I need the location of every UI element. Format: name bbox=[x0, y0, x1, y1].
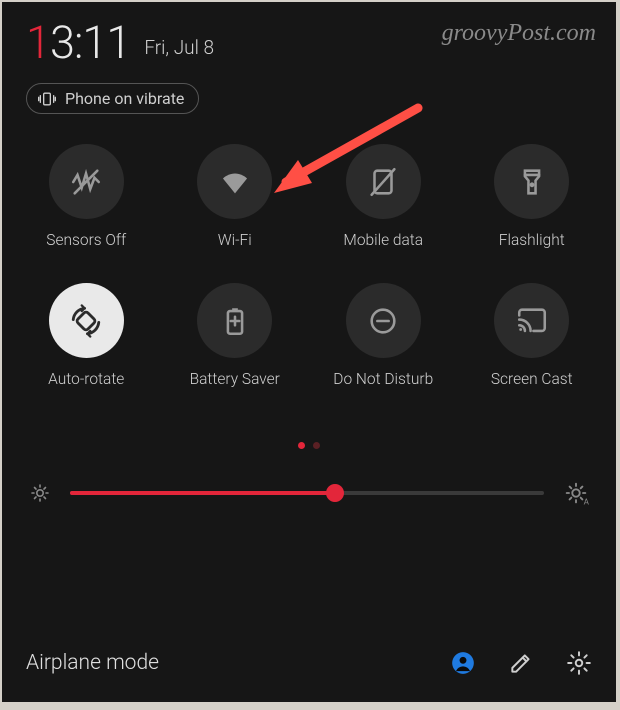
clock-hour-trail: 3 bbox=[50, 16, 74, 69]
tile-battery-saver-button[interactable] bbox=[197, 283, 272, 358]
tile-auto-rotate: Auto-rotate bbox=[12, 283, 161, 388]
brightness-auto-icon[interactable]: A bbox=[562, 479, 590, 507]
vibrate-chip[interactable]: Phone on vibrate bbox=[26, 83, 199, 114]
edit-icon[interactable] bbox=[508, 650, 534, 676]
clock-minutes: 11 bbox=[82, 16, 130, 69]
tile-mobile-data-button[interactable] bbox=[346, 144, 421, 219]
tile-wifi-button[interactable] bbox=[197, 144, 272, 219]
page-indicator bbox=[2, 442, 616, 449]
tile-label: Mobile data bbox=[343, 231, 423, 249]
tile-label: Flashlight bbox=[499, 231, 565, 249]
watermark-text: groovyPost.com bbox=[442, 20, 596, 47]
user-icon[interactable] bbox=[450, 650, 476, 676]
quick-tiles-grid: Sensors Off Wi-Fi Mobile data bbox=[2, 114, 616, 388]
tile-label: Do Not Disturb bbox=[333, 370, 433, 388]
flashlight-icon bbox=[515, 165, 549, 199]
settings-icon[interactable] bbox=[566, 650, 592, 676]
wifi-icon bbox=[218, 165, 252, 199]
brightness-slider[interactable] bbox=[70, 473, 544, 513]
tile-sensors-off: Sensors Off bbox=[12, 144, 161, 249]
brightness-fill bbox=[70, 491, 335, 495]
page-dot-1[interactable] bbox=[313, 442, 320, 449]
tile-battery-saver: Battery Saver bbox=[161, 283, 310, 388]
tile-flashlight: Flashlight bbox=[458, 144, 607, 249]
auto-rotate-icon bbox=[69, 304, 103, 338]
panel-footer: Airplane mode bbox=[2, 632, 616, 702]
tile-label: Screen Cast bbox=[491, 370, 573, 388]
date-text: Fri, Jul 8 bbox=[144, 36, 214, 59]
vibrate-chip-label: Phone on vibrate bbox=[65, 89, 184, 108]
brightness-row: A bbox=[2, 473, 616, 513]
tile-label: Sensors Off bbox=[46, 231, 126, 249]
tile-screen-cast-button[interactable] bbox=[494, 283, 569, 358]
airplane-mode-label[interactable]: Airplane mode bbox=[26, 651, 450, 675]
brightness-thumb[interactable] bbox=[326, 484, 344, 502]
mobile-data-icon bbox=[366, 165, 400, 199]
tile-mobile-data: Mobile data bbox=[309, 144, 458, 249]
tile-screen-cast: Screen Cast bbox=[458, 283, 607, 388]
tile-flashlight-button[interactable] bbox=[494, 144, 569, 219]
clock-hour-lead: 1 bbox=[26, 16, 50, 69]
tile-label: Wi-Fi bbox=[218, 231, 252, 249]
brightness-low-icon bbox=[28, 481, 52, 505]
dnd-icon bbox=[366, 304, 400, 338]
vibrate-icon bbox=[37, 90, 57, 108]
tile-dnd: Do Not Disturb bbox=[309, 283, 458, 388]
tile-label: Auto-rotate bbox=[48, 370, 124, 388]
tile-wifi: Wi-Fi bbox=[161, 144, 310, 249]
tile-label: Battery Saver bbox=[190, 370, 280, 388]
tile-sensors-off-button[interactable] bbox=[49, 144, 124, 219]
screen-cast-icon bbox=[515, 304, 549, 338]
tile-dnd-button[interactable] bbox=[346, 283, 421, 358]
sensors-off-icon bbox=[69, 165, 103, 199]
svg-text:A: A bbox=[584, 497, 590, 507]
page-dot-0[interactable] bbox=[298, 442, 305, 449]
clock: 13:11 bbox=[26, 20, 130, 65]
tile-auto-rotate-button[interactable] bbox=[49, 283, 124, 358]
battery-saver-icon bbox=[218, 304, 252, 338]
